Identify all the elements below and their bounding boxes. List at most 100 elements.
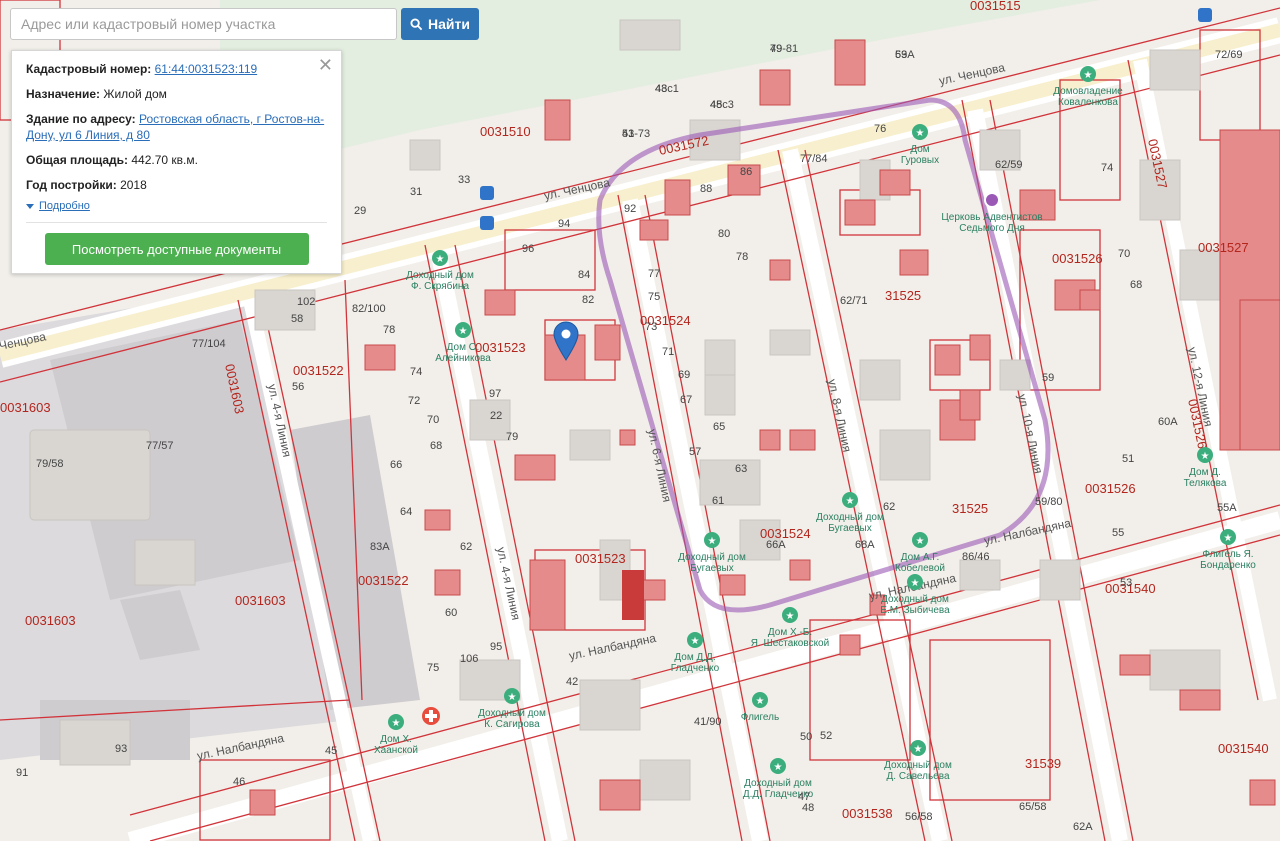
poi-label: Бондаренко <box>1200 560 1256 571</box>
church-icon[interactable] <box>984 192 1000 208</box>
house-number-label: 62 <box>883 501 895 513</box>
poi-label: Гладченко <box>671 663 720 674</box>
svg-text:★: ★ <box>1084 70 1093 81</box>
svg-text:★: ★ <box>1201 451 1210 462</box>
quarter-label: 0031538 <box>842 806 893 821</box>
quarter-label: 0031523 <box>575 551 626 566</box>
svg-text:★: ★ <box>774 762 783 773</box>
house-number-label: 92 <box>624 203 636 215</box>
house-number-label: 57 <box>689 446 701 458</box>
house-number-label: 62/59 <box>995 159 1023 171</box>
house-number-label: 72 <box>408 395 420 407</box>
search-icon <box>410 17 423 30</box>
house-number-label: 77 <box>648 268 660 280</box>
address-row: Здание по адресу: Ростовская область, г … <box>26 111 327 143</box>
house-number-label: 88 <box>700 183 712 195</box>
view-documents-button[interactable]: Посмотреть доступные документы <box>44 233 309 265</box>
quarter-label: 0031527 <box>1198 240 1249 255</box>
house-number-label: 82 <box>582 294 594 306</box>
details-link[interactable]: Подробно <box>39 200 90 212</box>
svg-text:★: ★ <box>508 692 517 703</box>
poi-label: Домовладение <box>1053 86 1123 97</box>
house-number-label: 91 <box>16 767 28 779</box>
poi-label: Ф. Скрябина <box>411 280 469 292</box>
house-number-label: 65 <box>713 421 725 433</box>
purpose-row: Назначение: Жилой дом <box>26 86 327 102</box>
house-number-label: 77/57 <box>146 440 174 452</box>
poi-label: Флигель <box>741 712 779 723</box>
poi-label: Бугаевых <box>690 563 733 574</box>
poi-label: Гуровых <box>901 155 939 166</box>
house-number-label: 51 <box>1122 453 1134 465</box>
poi-label: Доходный дом <box>478 708 546 719</box>
poi-label: Д. Савельева <box>886 771 949 782</box>
purpose-label: Назначение: <box>26 87 101 101</box>
quarter-label: 0031603 <box>235 593 286 608</box>
house-number-label: 75 <box>648 291 660 303</box>
quarter-label: 0031603 <box>0 400 51 415</box>
poi-label: Дом <box>910 144 929 155</box>
details-toggle[interactable]: Подробно <box>26 200 327 212</box>
house-number-label: 106 <box>460 653 478 665</box>
quarter-label: 31525 <box>885 288 921 303</box>
house-number-label: 31 <box>410 186 422 198</box>
poi-label: Коваленкова <box>1058 97 1118 108</box>
poi-label: Дом Х.-Б. <box>768 627 812 638</box>
house-number-label: 69А <box>895 49 915 61</box>
house-number-label: 68 <box>1130 279 1142 291</box>
poi-label: Доходный дом <box>406 270 474 281</box>
house-number-label: 62А <box>1073 821 1093 833</box>
poi-label: Доходный дом <box>816 512 884 523</box>
year-row: Год постройки: 2018 <box>26 177 327 193</box>
poi-label: Седьмого Дня <box>959 223 1025 234</box>
quarter-label: 0031522 <box>293 363 344 378</box>
svg-text:★: ★ <box>1224 533 1233 544</box>
poi-label: Церковь Адвентистов <box>941 212 1042 223</box>
house-number-label: 59/80 <box>1035 496 1063 508</box>
cadastral-number-label: Кадастровый номер: <box>26 62 152 76</box>
parcel-info-panel: ✕ Кадастровый номер: 61:44:0031523:119 Н… <box>11 50 342 274</box>
house-number-label: 79 <box>506 431 518 443</box>
divider <box>26 222 327 223</box>
cadastral-number-row: Кадастровый номер: 61:44:0031523:119 <box>26 61 327 77</box>
svg-text:★: ★ <box>756 696 765 707</box>
close-icon[interactable]: ✕ <box>318 55 333 76</box>
house-number-label: 65/58 <box>1019 801 1047 813</box>
quarter-label: 31539 <box>1025 756 1061 771</box>
house-number-label: 48 <box>802 802 814 814</box>
house-number-label: 77/104 <box>192 338 226 350</box>
svg-text:★: ★ <box>916 536 925 547</box>
cadastral-number-link[interactable]: 61:44:0031523:119 <box>155 62 258 76</box>
house-number-label: 68А <box>855 539 875 551</box>
house-number-label: 79/58 <box>36 458 64 470</box>
house-number-label: 56/58 <box>905 811 933 823</box>
svg-text:★: ★ <box>911 578 920 589</box>
poi-label: Доходный дом <box>744 778 812 789</box>
svg-text:★: ★ <box>691 636 700 647</box>
house-number-label: 62 <box>460 541 472 553</box>
house-number-label: 53 <box>1120 577 1132 589</box>
search-button[interactable]: Найти <box>401 8 479 40</box>
house-number-label: 75 <box>427 662 439 674</box>
house-number-label: 55 <box>1112 527 1124 539</box>
hospital-icon[interactable] <box>422 707 440 725</box>
svg-text:★: ★ <box>436 254 445 265</box>
quarter-label: 31525 <box>952 501 988 516</box>
house-number-label: 69 <box>678 369 690 381</box>
house-number-label: 74 <box>410 366 422 378</box>
house-number-label: 70 <box>1118 248 1130 260</box>
house-number-label: 42 <box>566 676 578 688</box>
house-number-label: 47 <box>798 791 810 803</box>
poi-label: Доходный дом <box>884 760 952 771</box>
house-number-label: 33 <box>458 174 470 186</box>
search-input[interactable] <box>10 8 397 40</box>
house-number-label: 58 <box>291 313 303 325</box>
poi-label: Е.М. Зыбичева <box>880 604 950 616</box>
house-number-label: 46 <box>233 776 245 788</box>
quarter-label: 0031526 <box>1085 481 1136 496</box>
quarter-label: 0031515 <box>970 0 1021 13</box>
poi-label: Кобелевой <box>895 562 945 574</box>
house-number-label: 72/69 <box>1215 49 1243 61</box>
search-bar: Найти <box>10 8 479 40</box>
house-number-label: 29 <box>354 205 366 217</box>
